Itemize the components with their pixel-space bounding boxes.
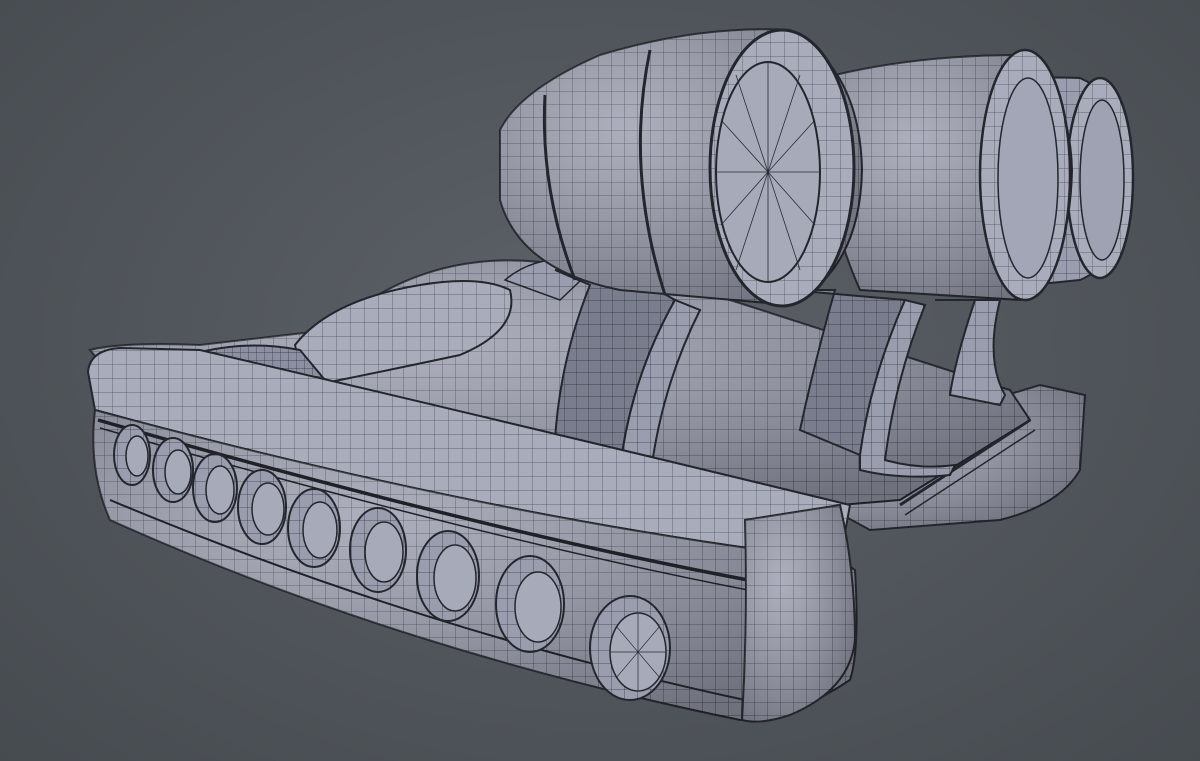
- 3d-viewport: [0, 0, 1200, 761]
- side-fan-5-icon: [287, 488, 341, 568]
- rear-engine-left: [499, 28, 864, 308]
- side-fan-6-icon: [349, 507, 407, 593]
- hovercraft-wireframe-render: [86, 28, 1135, 723]
- side-fan-9-icon: [589, 595, 671, 701]
- side-fan-7-icon: [416, 530, 480, 622]
- side-fan-1-icon: [113, 424, 151, 486]
- side-fan-3-icon: [192, 453, 238, 523]
- side-fan-8-icon: [495, 555, 565, 653]
- side-fan-2-icon: [152, 437, 194, 503]
- side-fan-4-icon: [237, 469, 287, 545]
- hull-nose-block: [740, 503, 857, 723]
- rear-engine-middle: [827, 48, 1074, 302]
